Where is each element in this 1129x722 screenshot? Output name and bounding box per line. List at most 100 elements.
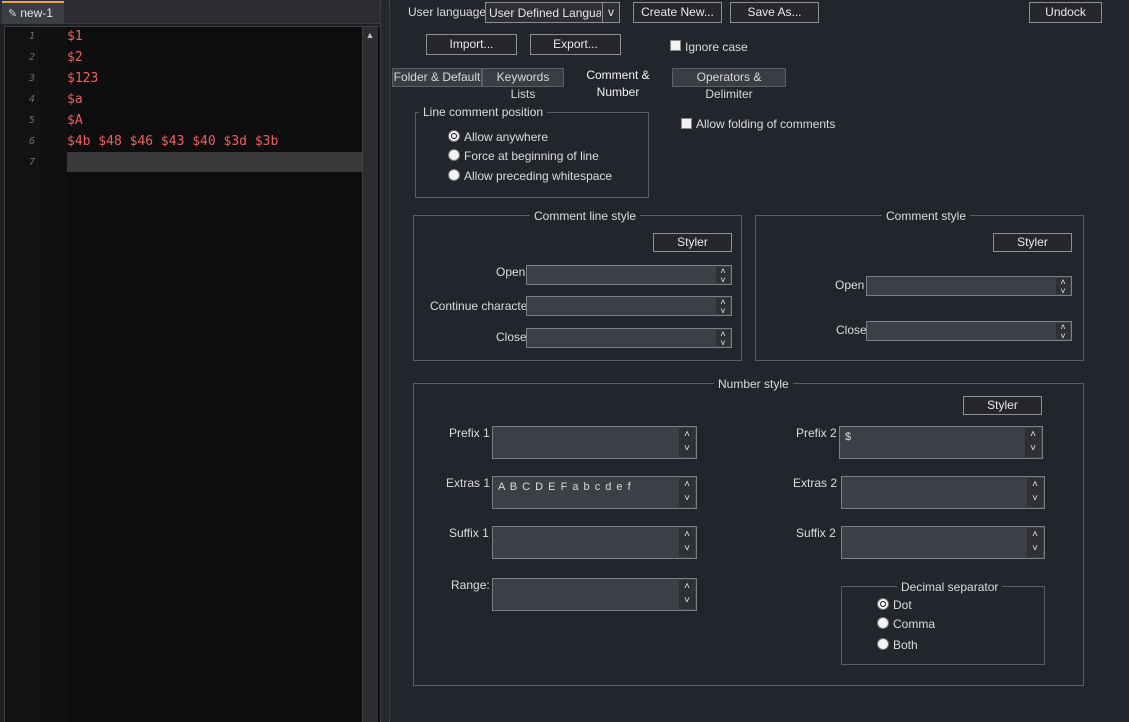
user-language-select[interactable]: User Defined Language v bbox=[485, 2, 620, 23]
suffix1-label: Suffix 1 bbox=[449, 526, 489, 540]
extras2-value bbox=[843, 478, 1025, 507]
spin-arrows-icon[interactable]: ˄ ˅ bbox=[1025, 428, 1041, 457]
decimal-separator-title: Decimal separator bbox=[897, 580, 1003, 594]
line-number: 5 bbox=[28, 115, 35, 126]
spin-arrows-icon[interactable]: ˄ ˅ bbox=[679, 528, 695, 557]
prefix2-field[interactable]: $ ˄ ˅ bbox=[839, 426, 1043, 459]
suffix1-field[interactable]: ˄ ˅ bbox=[492, 526, 697, 559]
comment-line-open-label: Open bbox=[496, 265, 526, 279]
comment-styler-button[interactable]: Styler bbox=[993, 233, 1072, 252]
force-beginning-label: Force at beginning of line bbox=[464, 149, 599, 163]
suffix2-label: Suffix 2 bbox=[796, 526, 836, 540]
code-line: $2 bbox=[67, 50, 83, 65]
tab-keywords-lists[interactable]: Keywords Lists bbox=[482, 68, 564, 101]
code-line: $123 bbox=[67, 71, 99, 86]
tab-folder-default[interactable]: Folder & Default bbox=[392, 68, 482, 87]
range-label: Range: bbox=[451, 578, 490, 592]
user-language-label: User language: bbox=[408, 5, 490, 19]
comment-close-field[interactable]: ˄ ˅ bbox=[866, 321, 1072, 341]
current-line-highlight bbox=[67, 152, 362, 172]
user-language-value: User Defined Language bbox=[489, 6, 601, 20]
range-field[interactable]: ˄ ˅ bbox=[492, 578, 697, 611]
number-styler-button[interactable]: Styler bbox=[963, 396, 1042, 415]
comment-line-close-field[interactable]: ˄ ˅ bbox=[526, 328, 732, 348]
extras1-field[interactable]: A B C D E F a b c d e f ˄ ˅ bbox=[492, 476, 697, 509]
extras1-label: Extras 1 bbox=[446, 476, 491, 490]
import-button[interactable]: Import... bbox=[426, 34, 517, 55]
both-label: Both bbox=[893, 638, 918, 652]
line-number-gutter: 1 2 3 4 5 6 7 bbox=[5, 27, 37, 722]
spin-arrows-icon[interactable]: ˄ ˅ bbox=[716, 298, 730, 316]
continue-character-label: Continue character bbox=[430, 299, 532, 313]
line-number: 3 bbox=[28, 73, 35, 84]
extras2-field[interactable]: ˄ ˅ bbox=[841, 476, 1045, 509]
allow-anywhere-label: Allow anywhere bbox=[464, 130, 549, 144]
continue-character-field[interactable]: ˄ ˅ bbox=[526, 296, 732, 316]
number-style-title: Number style bbox=[714, 377, 793, 391]
line-number: 2 bbox=[28, 52, 35, 63]
spin-arrows-icon[interactable]: ˄ ˅ bbox=[716, 267, 730, 285]
allow-folding-checkbox[interactable] bbox=[681, 118, 692, 129]
line-number: 4 bbox=[28, 94, 35, 105]
ignore-case-label: Ignore case bbox=[685, 40, 748, 54]
spin-arrows-icon[interactable]: ˄ ˅ bbox=[716, 330, 730, 348]
scroll-up-arrow-icon[interactable]: ▲ bbox=[362, 27, 378, 43]
allow-whitespace-radio[interactable] bbox=[448, 169, 460, 181]
decimal-separator-group bbox=[841, 586, 1045, 665]
line-comment-position-title: Line comment position bbox=[419, 105, 548, 119]
export-button[interactable]: Export... bbox=[530, 34, 621, 55]
suffix2-field[interactable]: ˄ ˅ bbox=[841, 526, 1045, 559]
code-line: $a bbox=[67, 92, 83, 107]
pencil-icon: ✎ bbox=[8, 8, 18, 20]
dot-radio[interactable] bbox=[877, 598, 889, 610]
comment-line-styler-button[interactable]: Styler bbox=[653, 233, 732, 252]
comment-close-label: Close bbox=[836, 323, 867, 337]
line-number: 1 bbox=[28, 31, 35, 42]
spin-arrows-icon[interactable]: ˄ ˅ bbox=[679, 478, 695, 507]
code-line: $A bbox=[67, 113, 83, 128]
dropdown-arrow-icon[interactable]: v bbox=[602, 3, 619, 22]
dot-label: Dot bbox=[893, 598, 912, 612]
spin-arrows-icon[interactable]: ˄ ˅ bbox=[1027, 478, 1043, 507]
comment-line-close-label: Close bbox=[496, 330, 527, 344]
panel-splitter[interactable] bbox=[380, 0, 390, 722]
suffix1-value bbox=[494, 528, 677, 557]
save-as-button[interactable]: Save As... bbox=[730, 2, 819, 23]
comma-label: Comma bbox=[893, 617, 936, 631]
comment-open-label: Open bbox=[835, 278, 865, 292]
comment-open-field[interactable]: ˄ ˅ bbox=[866, 276, 1072, 296]
vertical-scrollbar[interactable] bbox=[362, 27, 378, 722]
comment-line-open-field[interactable]: ˄ ˅ bbox=[526, 265, 732, 285]
comment-style-title: Comment style bbox=[882, 209, 971, 223]
spin-arrows-icon[interactable]: ˄ ˅ bbox=[1027, 528, 1043, 557]
spin-arrows-icon[interactable]: ˄ ˅ bbox=[679, 428, 695, 457]
ignore-case-checkbox[interactable] bbox=[670, 40, 681, 51]
undock-button[interactable]: Undock bbox=[1029, 2, 1102, 23]
prefix1-value bbox=[494, 428, 677, 457]
document-tab-new-1[interactable]: ✎ new-1 bbox=[2, 1, 64, 24]
line-number: 6 bbox=[28, 136, 35, 147]
extras2-label: Extras 2 bbox=[793, 476, 838, 490]
line-number: 7 bbox=[28, 157, 35, 168]
code-line: $1 bbox=[67, 29, 83, 44]
prefix1-field[interactable]: ˄ ˅ bbox=[492, 426, 697, 459]
spin-arrows-icon[interactable]: ˄ ˅ bbox=[1056, 323, 1070, 341]
both-radio[interactable] bbox=[877, 638, 889, 650]
allow-anywhere-radio[interactable] bbox=[448, 130, 460, 142]
comma-radio[interactable] bbox=[877, 617, 889, 629]
tab-comment-number[interactable]: Comment & Number bbox=[565, 66, 671, 99]
tab-operators-delimiter[interactable]: Operators & Delimiter bbox=[672, 68, 786, 101]
extras1-value: A B C D E F a b c d e f bbox=[494, 478, 677, 507]
suffix2-value bbox=[843, 528, 1025, 557]
fold-margin[interactable] bbox=[37, 27, 67, 722]
spin-arrows-icon[interactable]: ˄ ˅ bbox=[679, 580, 695, 609]
create-new-button[interactable]: Create New... bbox=[633, 2, 722, 23]
prefix2-value: $ bbox=[841, 428, 1023, 457]
allow-whitespace-label: Allow preceding whitespace bbox=[464, 169, 613, 183]
code-line: $4b $48 $46 $43 $40 $3d $3b bbox=[67, 134, 279, 149]
allow-folding-label: Allow folding of comments bbox=[696, 117, 836, 131]
document-tab-label: new-1 bbox=[20, 6, 53, 20]
spin-arrows-icon[interactable]: ˄ ˅ bbox=[1056, 278, 1070, 296]
comment-line-style-title: Comment line style bbox=[530, 209, 641, 223]
force-beginning-radio[interactable] bbox=[448, 149, 460, 161]
